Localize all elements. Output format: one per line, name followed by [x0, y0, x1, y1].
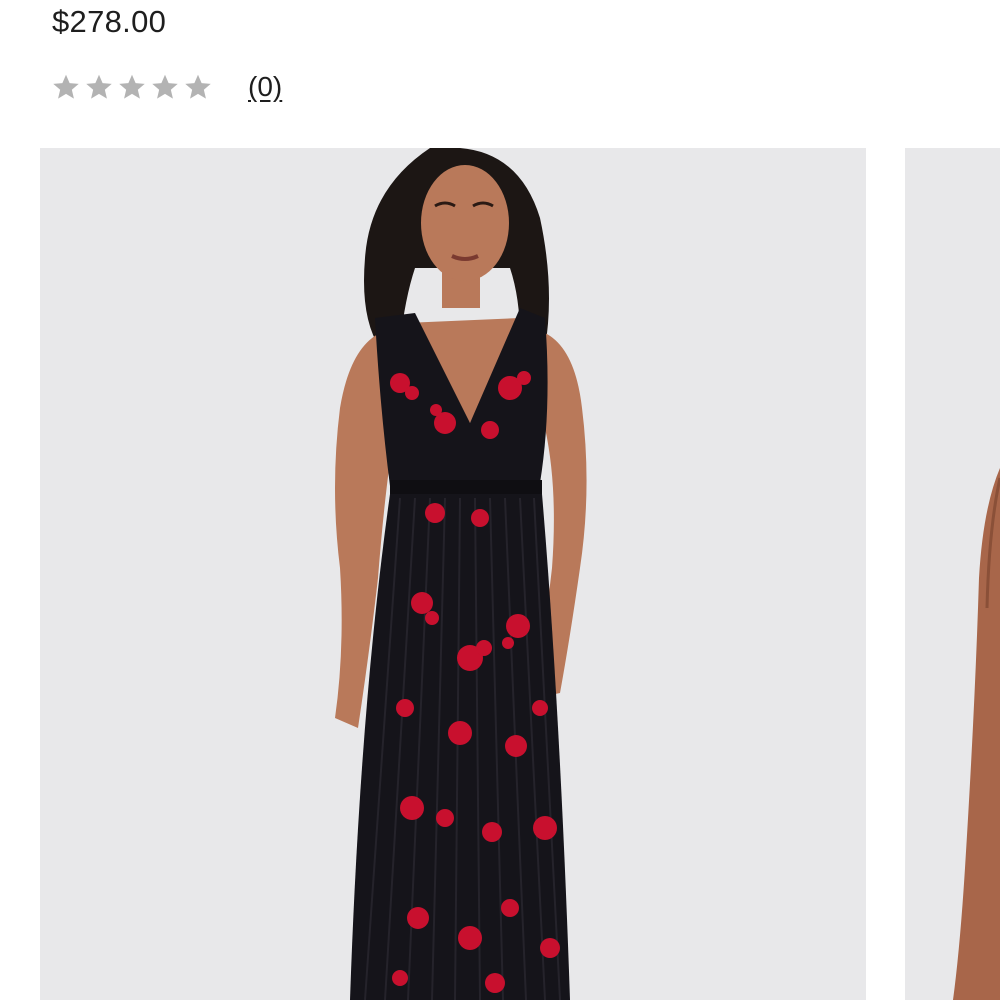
product-price: $278.00 [52, 4, 167, 39]
product-page: $278.00 (0) [0, 0, 1000, 1000]
review-count-link[interactable]: (0) [248, 71, 282, 103]
star-icon [119, 74, 145, 99]
star-icon [152, 74, 178, 99]
star-icon [53, 74, 79, 99]
star-icon [185, 74, 211, 99]
star-icon [86, 74, 112, 99]
star-rating[interactable] [52, 73, 212, 101]
model-wearing-dress-image [40, 148, 866, 1000]
product-image-next[interactable] [905, 148, 1000, 1000]
next-product-image-preview [905, 148, 1000, 1000]
product-image-gallery[interactable] [0, 148, 1000, 1000]
product-image-main[interactable] [40, 148, 866, 1000]
product-rating: (0) [52, 68, 282, 106]
